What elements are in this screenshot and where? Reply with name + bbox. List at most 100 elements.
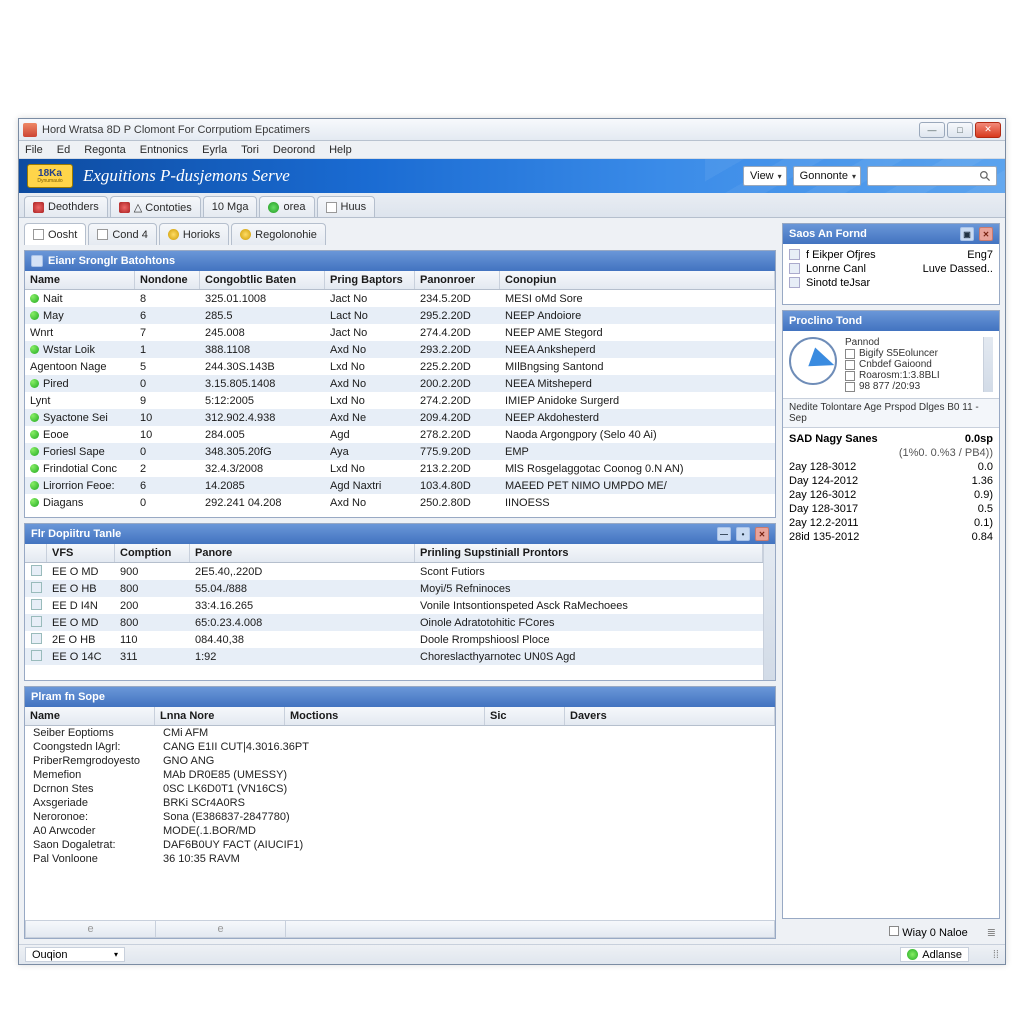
col-header[interactable]: Nondone bbox=[135, 271, 200, 289]
stats-row: 2ay 128-30120.0 bbox=[783, 460, 999, 474]
table-row[interactable]: Lirorrion Feoe:614.2085Agd Naxtri103.4.8… bbox=[25, 477, 775, 494]
main-tab[interactable]: Huus bbox=[317, 196, 376, 217]
table-row[interactable]: EE D I4N20033:4.16.265Vonile Intsontions… bbox=[25, 597, 763, 614]
col-header[interactable]: Moctions bbox=[285, 707, 485, 725]
panel-title: Proclino Tond bbox=[789, 315, 862, 327]
gonnonte-dropdown[interactable]: Gonnonte▾ bbox=[793, 166, 861, 186]
list-item[interactable]: Lonrne CanlLuve Dassed.. bbox=[789, 262, 993, 276]
col-header[interactable]: Lnna Nore bbox=[155, 707, 285, 725]
col-header[interactable]: Davers bbox=[565, 707, 775, 725]
col-header[interactable]: Name bbox=[25, 707, 155, 725]
search-input[interactable] bbox=[867, 166, 997, 186]
checkbox[interactable] bbox=[845, 360, 855, 370]
status-dot-icon bbox=[30, 345, 39, 354]
table-row[interactable]: Agentoon Nage5244.30S.143BLxd No225.2.20… bbox=[25, 358, 775, 375]
menu-item[interactable]: Help bbox=[329, 144, 352, 156]
row-icon bbox=[31, 616, 42, 627]
table-row[interactable]: Lynt95:12:2005Lxd No274.2.20DIMIEP Anido… bbox=[25, 392, 775, 409]
list-item[interactable]: Sinotd teJsar bbox=[789, 276, 993, 290]
page-icon bbox=[326, 202, 337, 213]
status-dot-icon bbox=[30, 498, 39, 507]
table-row[interactable]: Nait8325.01.1008Jact No234.5.20DMESI oMd… bbox=[25, 290, 775, 307]
main-tab[interactable]: Deothders bbox=[24, 196, 108, 217]
main-tab[interactable]: orea bbox=[259, 196, 314, 217]
close-button[interactable]: ✕ bbox=[975, 122, 1001, 138]
status-left: Ouqion▾ bbox=[25, 947, 125, 962]
chevron-down-icon: ▾ bbox=[778, 172, 782, 181]
table-row[interactable]: EE O MD80065:0.23.4.008Oinole Adratotohi… bbox=[25, 614, 763, 631]
proc-line: Cnbdef Gaioond bbox=[845, 359, 975, 370]
stats-row: Day 124-20121.36 bbox=[783, 474, 999, 488]
item-icon bbox=[789, 277, 800, 288]
sub-tab[interactable]: Cond 4 bbox=[88, 223, 156, 245]
table-row[interactable]: Wnrt7245.008Jact No274.4.20DNEEP AME Ste… bbox=[25, 324, 775, 341]
panel-settings-button[interactable]: • bbox=[736, 527, 750, 541]
info-body[interactable]: Seiber EoptiomsCMi AFMCoongstedn lAgrl:C… bbox=[25, 726, 775, 920]
scrollbar[interactable] bbox=[983, 337, 993, 392]
checkbox[interactable] bbox=[845, 349, 855, 359]
menu-item[interactable]: Tori bbox=[241, 144, 259, 156]
sub-tab[interactable]: Oosht bbox=[24, 223, 86, 245]
table-row[interactable]: May6285.5Lact No295.2.20DNEEP Andoiore bbox=[25, 307, 775, 324]
yellow-icon bbox=[240, 229, 251, 240]
table-row[interactable]: Diagans0292.241 04.208Axd No250.2.80DIIN… bbox=[25, 494, 775, 511]
status-right: Adlanse bbox=[900, 947, 969, 962]
grid-body[interactable]: Nait8325.01.1008Jact No234.5.20DMESI oMd… bbox=[25, 290, 775, 517]
status-dot-icon bbox=[30, 294, 39, 303]
menu-item[interactable]: Eyrla bbox=[202, 144, 227, 156]
table-row[interactable]: Frindotial Conc232.4.3/2008Lxd No213.2.2… bbox=[25, 460, 775, 477]
app-icon bbox=[23, 123, 37, 137]
panel-minimize-button[interactable]: — bbox=[717, 527, 731, 541]
grid-body[interactable]: EE O MD9002E5.40,.220DScont FutiorsEE O … bbox=[25, 563, 763, 680]
status-dot-icon bbox=[30, 413, 39, 422]
scrollbar[interactable] bbox=[763, 544, 775, 680]
titlebar: Hord Wratsa 8D P Clomont For Corrputiom … bbox=[19, 119, 1005, 141]
table-row[interactable]: Foriesl Sape0348.305.20fGAya775.9.20DEMP bbox=[25, 443, 775, 460]
main-tab[interactable]: △ Contoties bbox=[110, 196, 201, 217]
view-dropdown[interactable]: View▾ bbox=[743, 166, 787, 186]
checkbox[interactable] bbox=[889, 926, 899, 936]
menu-item[interactable]: Regonta bbox=[84, 144, 126, 156]
list-item[interactable]: f Eikper OfjresEng7 bbox=[789, 248, 993, 262]
item-icon bbox=[789, 263, 800, 274]
menu-item[interactable]: File bbox=[25, 144, 43, 156]
checkbox[interactable] bbox=[845, 382, 855, 392]
panel-opt-button[interactable]: ▣ bbox=[960, 227, 974, 241]
col-header[interactable]: Pring Baptors bbox=[325, 271, 415, 289]
col-header[interactable]: Congobtlic Baten bbox=[200, 271, 325, 289]
table-row[interactable]: EE O MD9002E5.40,.220DScont Futiors bbox=[25, 563, 763, 580]
chevron-down-icon: ▾ bbox=[852, 172, 856, 181]
table-row[interactable]: 2E O HB110084.40,38Doole Rrompshioosl Pl… bbox=[25, 631, 763, 648]
checkbox[interactable] bbox=[845, 371, 855, 381]
table-row[interactable]: EE O HB80055.04./888Moyi/5 Refninoces bbox=[25, 580, 763, 597]
panel-close-button[interactable]: ✕ bbox=[979, 227, 993, 241]
col-header[interactable]: Panonroer bbox=[415, 271, 500, 289]
sub-tab[interactable]: Regolonohie bbox=[231, 223, 326, 245]
table-row[interactable]: Eooe10284.005Agd278.2.20DNaoda Argongpor… bbox=[25, 426, 775, 443]
menu-item[interactable]: Deorond bbox=[273, 144, 315, 156]
window-title: Hord Wratsa 8D P Clomont For Corrputiom … bbox=[42, 124, 919, 136]
table-row[interactable]: Pired03.15.805.1408Axd No200.2.20DNEEA M… bbox=[25, 375, 775, 392]
table-row[interactable]: EE O 14C3111:92Choreslacthyarnotec UN0S … bbox=[25, 648, 763, 665]
table-row[interactable]: Syactone Sei10312.902.4.938Axd Ne209.4.2… bbox=[25, 409, 775, 426]
menu-item[interactable]: Ed bbox=[57, 144, 70, 156]
col-header[interactable] bbox=[25, 544, 47, 562]
minimize-button[interactable]: — bbox=[919, 122, 945, 138]
col-header[interactable]: Name bbox=[25, 271, 135, 289]
banner: 18Ka Dynumauio Exguitions P-dusjemons Se… bbox=[19, 159, 1005, 193]
info-row: MemefionMAb DR0E85 (UMESSY) bbox=[25, 768, 775, 782]
panel-close-button[interactable]: ✕ bbox=[755, 527, 769, 541]
main-tab[interactable]: 10 Mga bbox=[203, 196, 258, 217]
table-row[interactable]: Wstar Loik1388.1108Axd No293.2.20DNEEA A… bbox=[25, 341, 775, 358]
menu-item[interactable]: Entnonics bbox=[140, 144, 188, 156]
col-header[interactable]: Conopiun bbox=[500, 271, 775, 289]
sub-tab[interactable]: Horioks bbox=[159, 223, 229, 245]
maximize-button[interactable]: □ bbox=[947, 122, 973, 138]
col-header[interactable]: Sic bbox=[485, 707, 565, 725]
info-row: Saon Dogaletrat:DAF6B0UY FACT (AIUCIF1) bbox=[25, 838, 775, 852]
row-icon bbox=[31, 565, 42, 576]
col-header[interactable]: Prinling Supstiniall Prontors bbox=[415, 544, 763, 562]
col-header[interactable]: Panore bbox=[190, 544, 415, 562]
col-header[interactable]: Comption bbox=[115, 544, 190, 562]
col-header[interactable]: VFS bbox=[47, 544, 115, 562]
